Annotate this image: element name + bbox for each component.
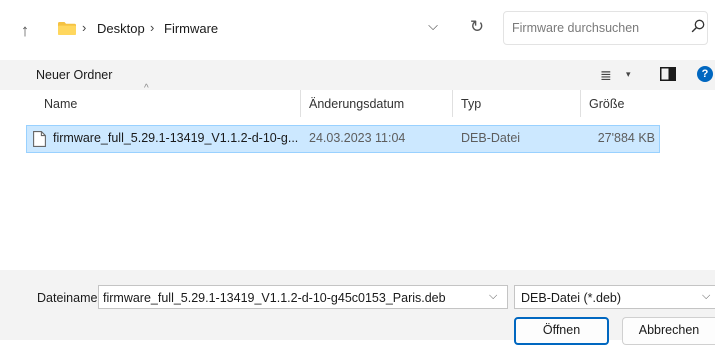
column-header-size[interactable]: Größe: [589, 97, 624, 111]
column-divider[interactable]: [580, 90, 581, 117]
new-folder-button[interactable]: Neuer Ordner: [36, 68, 112, 82]
filetype-dropdown-icon[interactable]: ⌵: [702, 290, 710, 303]
document-icon: [33, 131, 46, 147]
file-size: 27'884 KB: [597, 131, 655, 145]
open-button[interactable]: Öffnen: [514, 317, 609, 345]
column-header-name[interactable]: Name: [44, 97, 77, 111]
column-divider[interactable]: [452, 90, 453, 117]
view-dropdown-caret-icon[interactable]: ▾: [626, 69, 631, 80]
filename-label: Dateiname:: [37, 291, 101, 305]
chevron-down-icon[interactable]: ⌵: [424, 18, 442, 36]
breadcrumb-separator: ›: [150, 20, 155, 35]
folder-icon: [58, 22, 76, 35]
cancel-button[interactable]: Abbrechen: [622, 317, 715, 345]
column-header-date[interactable]: Änderungsdatum: [309, 97, 404, 111]
sort-ascending-icon: ^: [144, 83, 149, 94]
filename-dropdown-icon[interactable]: ⌵: [489, 290, 497, 303]
column-divider[interactable]: [300, 90, 301, 117]
help-icon[interactable]: ?: [697, 66, 713, 82]
breadcrumb-firmware[interactable]: Firmware: [164, 21, 218, 36]
file-modified-date: 24.03.2023 11:04: [309, 131, 406, 145]
file-type: DEB-Datei: [461, 131, 521, 145]
column-header-type[interactable]: Typ: [461, 97, 481, 111]
refresh-icon[interactable]: ↻: [466, 16, 488, 38]
view-list-icon[interactable]: ≣: [600, 67, 612, 84]
search-placeholder: Firmware durchsuchen: [512, 21, 640, 35]
file-name[interactable]: firmware_full_5.29.1-13419_V1.1.2-d-10-g…: [53, 131, 299, 145]
breadcrumb-separator: ›: [82, 20, 87, 35]
filename-value[interactable]: firmware_full_5.29.1-13419_V1.1.2-d-10-g…: [103, 291, 446, 305]
filetype-value[interactable]: DEB-Datei (*.deb): [521, 291, 621, 305]
preview-pane-icon[interactable]: [660, 67, 676, 81]
breadcrumb-desktop[interactable]: Desktop: [97, 21, 145, 36]
search-icon[interactable]: [690, 18, 706, 34]
up-arrow-icon[interactable]: ↑: [14, 20, 36, 42]
